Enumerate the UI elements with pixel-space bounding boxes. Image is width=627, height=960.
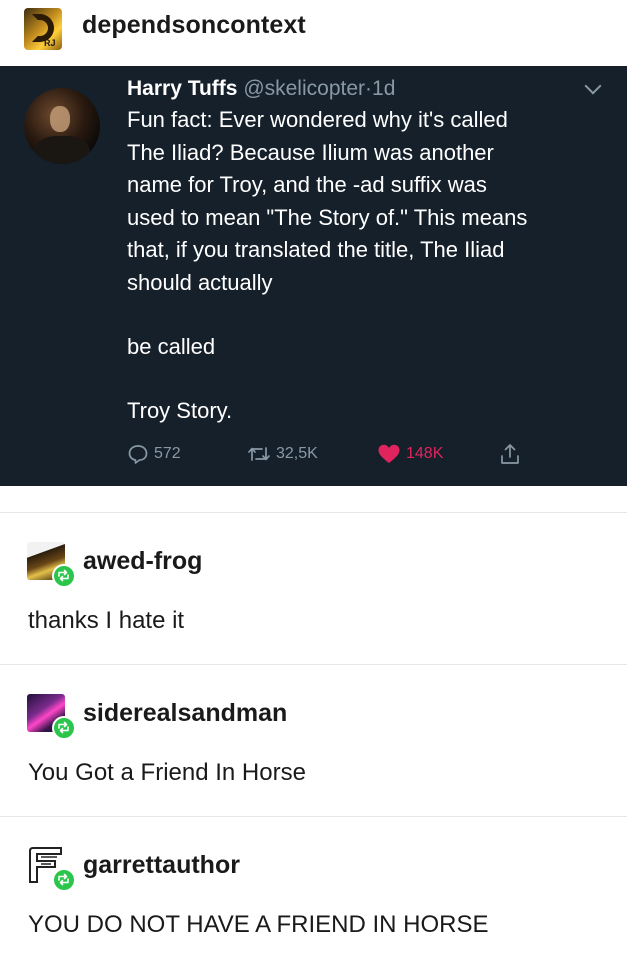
- reply-icon: [128, 445, 148, 464]
- reblog-icon: [58, 569, 69, 582]
- tweet-body: Fun fact: Ever wondered why it's called …: [127, 104, 607, 299]
- reblog-badge: [52, 716, 76, 740]
- dependsoncontext-avatar[interactable]: RJ: [24, 8, 62, 50]
- tweet-header: Harry Tuffs @skelicopter·1d: [127, 76, 395, 102]
- reply-username[interactable]: garrettauthor: [83, 851, 240, 880]
- reply-username[interactable]: awed-frog: [83, 547, 202, 576]
- reply-username[interactable]: siderealsandman: [83, 699, 287, 728]
- tweet-line-two: be called: [127, 334, 216, 359]
- retweet-icon: [248, 447, 270, 461]
- avatar-body: [34, 136, 90, 164]
- tweet-body-line: Fun fact: Ever wondered why it's called: [127, 107, 508, 132]
- reply-text: YOU DO NOT HAVE A FRIEND IN HORSE: [28, 911, 489, 938]
- reblog-badge: [52, 564, 76, 588]
- reblog-icon: [58, 873, 69, 886]
- reblog-badge: [52, 868, 76, 892]
- reply-text: thanks I hate it: [28, 607, 185, 634]
- retweet-button[interactable]: 32,5K: [247, 442, 318, 466]
- share-button[interactable]: [499, 442, 526, 466]
- like-button[interactable]: 148K: [377, 442, 443, 466]
- reblog-comment: garrettauthor YOU DO NOT HAVE A FRIEND I…: [0, 844, 627, 954]
- heart-icon: [378, 444, 400, 463]
- post-author-username[interactable]: dependsoncontext: [82, 11, 306, 40]
- tweet-author-name[interactable]: Harry Tuffs: [127, 77, 237, 100]
- avatar-mini-text: RJ: [44, 38, 56, 48]
- avatar-face: [50, 106, 70, 132]
- reply-text: You Got a Friend In Horse: [28, 759, 306, 786]
- divider: [0, 512, 627, 513]
- original-post-header: RJ dependsoncontext: [0, 0, 627, 66]
- reblog-comment: awed-frog thanks I hate it: [0, 540, 627, 650]
- tweet-body-line: that, if you translated the title, The I…: [127, 237, 505, 262]
- tweet-separator: ·: [365, 77, 373, 100]
- tweet-actions: 572 32,5K 148K: [127, 442, 547, 466]
- tweet-author-handle[interactable]: @skelicopter: [243, 77, 365, 100]
- reply-avatar[interactable]: [27, 694, 76, 740]
- tweet-line-three: Troy Story.: [127, 398, 233, 423]
- retweet-count: 32,5K: [276, 445, 318, 462]
- tweet-time: 1d: [372, 77, 396, 100]
- reblog-icon: [58, 721, 69, 734]
- reply-button[interactable]: 572: [127, 442, 181, 466]
- reblog-comment: siderealsandman You Got a Friend In Hors…: [0, 692, 627, 802]
- reply-count: 572: [154, 445, 181, 462]
- reply-avatar[interactable]: [27, 542, 76, 588]
- chevron-down-icon[interactable]: [584, 77, 602, 95]
- reply-avatar[interactable]: [27, 846, 76, 892]
- tweet-body-line: name for Troy, and the -ad suffix was: [127, 172, 487, 197]
- tweet-author-avatar[interactable]: [24, 88, 100, 164]
- divider: [0, 664, 627, 665]
- like-count: 148K: [406, 445, 444, 462]
- tweet-body-line: The Iliad? Because Ilium was another: [127, 139, 494, 165]
- divider: [0, 816, 627, 817]
- tweet-body-line: used to mean "The Story of." This means: [127, 204, 528, 230]
- tweet-body-line: should actually: [127, 269, 273, 295]
- embedded-tweet: Harry Tuffs @skelicopter·1d Fun fact: Ev…: [0, 66, 627, 486]
- share-icon: [501, 444, 519, 464]
